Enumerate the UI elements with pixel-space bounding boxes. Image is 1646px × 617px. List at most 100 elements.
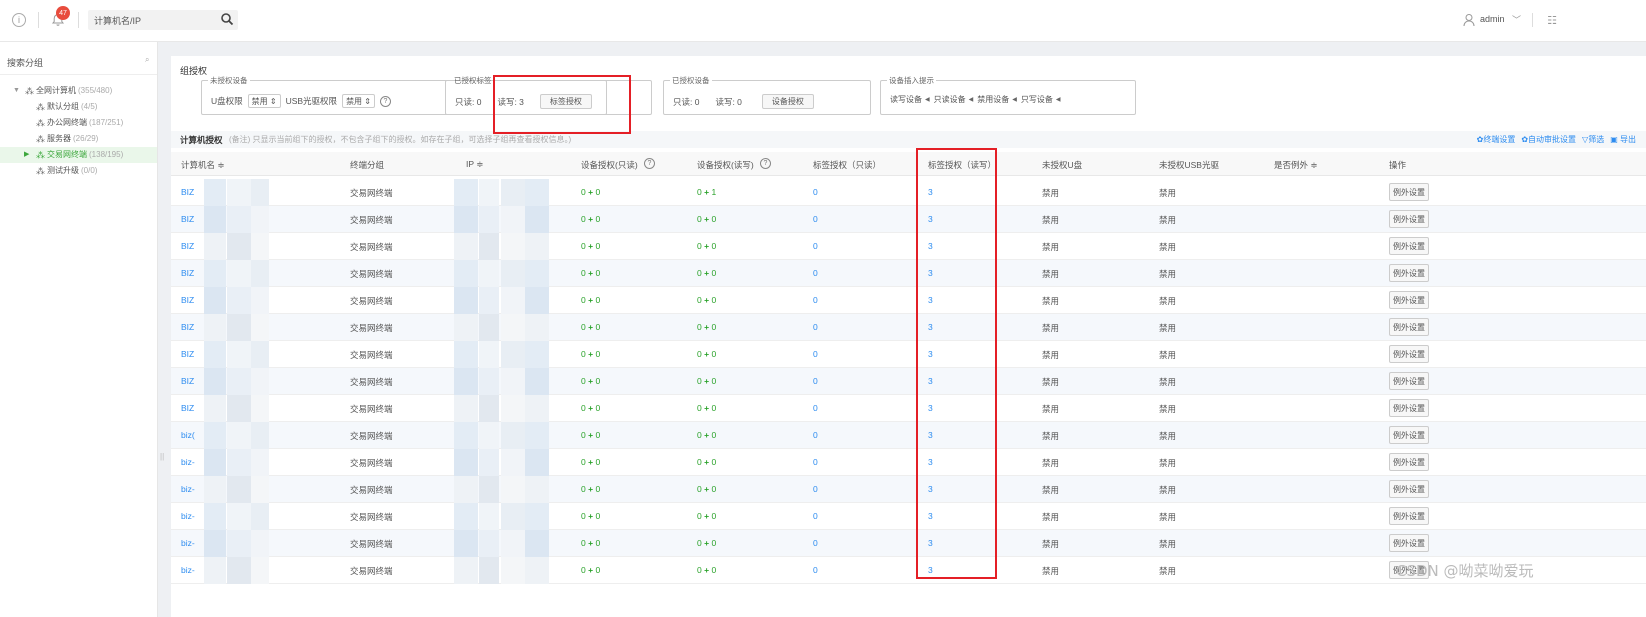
add-icon[interactable]: + — [588, 322, 593, 332]
tag-readonly-link[interactable]: 0 — [813, 268, 818, 278]
device-readwrite-cell[interactable]: 0 + 0 — [697, 538, 716, 548]
computer-name-link[interactable]: BIZ — [181, 349, 194, 359]
device-readonly-cell[interactable]: 0 + 0 — [581, 295, 600, 305]
prompt-option[interactable]: 禁用设备 — [977, 94, 1009, 105]
tag-readonly-link[interactable]: 0 — [813, 538, 818, 548]
th-computer-name[interactable]: 计算机名 ≑ — [181, 159, 224, 171]
device-readwrite-cell[interactable]: 0 + 0 — [697, 268, 716, 278]
help-icon[interactable]: ? — [760, 158, 771, 169]
add-icon[interactable]: + — [704, 403, 709, 413]
menu-list-icon[interactable]: ☷ — [1546, 13, 1558, 27]
tag-readonly-link[interactable]: 0 — [813, 241, 818, 251]
splitter-handle[interactable]: || — [160, 452, 166, 466]
expand-arrow-icon[interactable]: ▶ — [24, 147, 29, 163]
device-readonly-cell[interactable]: 0 + 0 — [581, 484, 600, 494]
device-readonly-cell[interactable]: 0 + 0 — [581, 187, 600, 197]
tag-readonly-link[interactable]: 0 — [813, 511, 818, 521]
device-readonly-cell[interactable]: 0 + 0 — [581, 403, 600, 413]
add-icon[interactable]: + — [588, 349, 593, 359]
computer-name-link[interactable]: BIZ — [181, 187, 194, 197]
tag-readonly-link[interactable]: 0 — [813, 457, 818, 467]
device-readwrite-cell[interactable]: 0 + 0 — [697, 376, 716, 386]
add-icon[interactable]: + — [588, 565, 593, 575]
add-icon[interactable]: + — [588, 511, 593, 521]
device-readonly-cell[interactable]: 0 + 0 — [581, 511, 600, 521]
add-icon[interactable]: + — [588, 295, 593, 305]
tag-readonly-link[interactable]: 0 — [813, 214, 818, 224]
user-icon[interactable] — [1462, 12, 1476, 28]
device-readwrite-cell[interactable]: 0 + 0 — [697, 565, 716, 575]
add-icon[interactable]: + — [704, 349, 709, 359]
computer-name-link[interactable]: biz- — [181, 484, 195, 494]
computer-name-link[interactable]: BIZ — [181, 322, 194, 332]
device-readonly-cell[interactable]: 0 + 0 — [581, 268, 600, 278]
device-readonly-cell[interactable]: 0 + 0 — [581, 457, 600, 467]
computer-name-link[interactable]: biz- — [181, 538, 195, 548]
tag-readonly-link[interactable]: 0 — [813, 430, 818, 440]
search-icon[interactable] — [220, 12, 234, 26]
device-readwrite-cell[interactable]: 0 + 0 — [697, 403, 716, 413]
device-readwrite-cell[interactable]: 0 + 0 — [697, 430, 716, 440]
add-icon[interactable]: + — [588, 376, 593, 386]
notification-badge[interactable]: 47 — [56, 6, 70, 20]
add-icon[interactable]: + — [704, 376, 709, 386]
tag-readonly-link[interactable]: 0 — [813, 349, 818, 359]
add-icon[interactable]: + — [588, 430, 593, 440]
add-icon[interactable]: + — [704, 457, 709, 467]
add-icon[interactable]: + — [704, 430, 709, 440]
device-readonly-cell[interactable]: 0 + 0 — [581, 376, 600, 386]
add-icon[interactable]: + — [588, 268, 593, 278]
add-icon[interactable]: + — [588, 403, 593, 413]
device-readwrite-cell[interactable]: 0 + 0 — [697, 322, 716, 332]
device-readwrite-cell[interactable]: 0 + 0 — [697, 511, 716, 521]
computer-name-link[interactable]: BIZ — [181, 268, 194, 278]
device-readwrite-cell[interactable]: 0 + 0 — [697, 295, 716, 305]
device-readonly-cell[interactable]: 0 + 0 — [581, 322, 600, 332]
tag-readonly-link[interactable]: 0 — [813, 322, 818, 332]
device-readwrite-cell[interactable]: 0 + 0 — [697, 484, 716, 494]
exception-settings-button[interactable]: 例外设置 — [1389, 345, 1429, 363]
add-icon[interactable]: + — [588, 484, 593, 494]
exception-settings-button[interactable]: 例外设置 — [1389, 399, 1429, 417]
search-icon[interactable]: ⌕ — [145, 55, 149, 65]
terminal-settings-link[interactable]: ✿终端设置 — [1477, 134, 1516, 145]
user-name[interactable]: admin — [1480, 14, 1505, 24]
exception-settings-button[interactable]: 例外设置 — [1389, 534, 1429, 552]
add-icon[interactable]: + — [704, 214, 709, 224]
device-readonly-cell[interactable]: 0 + 0 — [581, 241, 600, 251]
exception-settings-button[interactable]: 例外设置 — [1389, 183, 1429, 201]
device-readonly-cell[interactable]: 0 + 0 — [581, 538, 600, 548]
add-icon[interactable]: + — [704, 538, 709, 548]
u-disk-select[interactable]: 禁用 ⇕ — [247, 94, 281, 108]
add-icon[interactable]: + — [704, 241, 709, 251]
tag-readonly-link[interactable]: 0 — [813, 565, 818, 575]
export-link[interactable]: ▣ 导出 — [1610, 134, 1636, 145]
device-readwrite-cell[interactable]: 0 + 1 — [697, 187, 716, 197]
tag-readonly-link[interactable]: 0 — [813, 295, 818, 305]
add-icon[interactable]: + — [588, 187, 593, 197]
device-readonly-cell[interactable]: 0 + 0 — [581, 430, 600, 440]
search-box[interactable]: 计算机名/IP — [88, 10, 238, 30]
computer-name-link[interactable]: biz- — [181, 565, 195, 575]
add-icon[interactable]: + — [588, 241, 593, 251]
computer-name-link[interactable]: biz( — [181, 430, 195, 440]
filter-link[interactable]: ▽筛选 — [1582, 134, 1604, 145]
tag-readonly-link[interactable]: 0 — [813, 376, 818, 386]
tag-readonly-link[interactable]: 0 — [813, 187, 818, 197]
expand-arrow-icon[interactable]: ▼ — [13, 83, 20, 99]
help-icon[interactable]: ? — [644, 158, 655, 169]
computer-name-link[interactable]: BIZ — [181, 295, 194, 305]
help-icon[interactable]: ? — [380, 95, 391, 107]
device-readonly-cell[interactable]: 0 + 0 — [581, 349, 600, 359]
add-icon[interactable]: + — [704, 295, 709, 305]
exception-settings-button[interactable]: 例外设置 — [1389, 480, 1429, 498]
prompt-option[interactable]: 读写设备 — [890, 94, 922, 105]
prompt-option[interactable]: 只写设备 — [1021, 94, 1053, 105]
add-icon[interactable]: + — [588, 538, 593, 548]
search-input[interactable]: 计算机名/IP — [94, 14, 141, 27]
device-readwrite-cell[interactable]: 0 + 0 — [697, 214, 716, 224]
exception-settings-button[interactable]: 例外设置 — [1389, 291, 1429, 309]
tree-item-trading-terminals[interactable]: ▶ ⁂ 交易网终端 (138/195) — [0, 147, 157, 163]
computer-name-link[interactable]: BIZ — [181, 214, 194, 224]
tree-item-default-group[interactable]: ⁂ 默认分组 (4/5) — [0, 99, 157, 115]
